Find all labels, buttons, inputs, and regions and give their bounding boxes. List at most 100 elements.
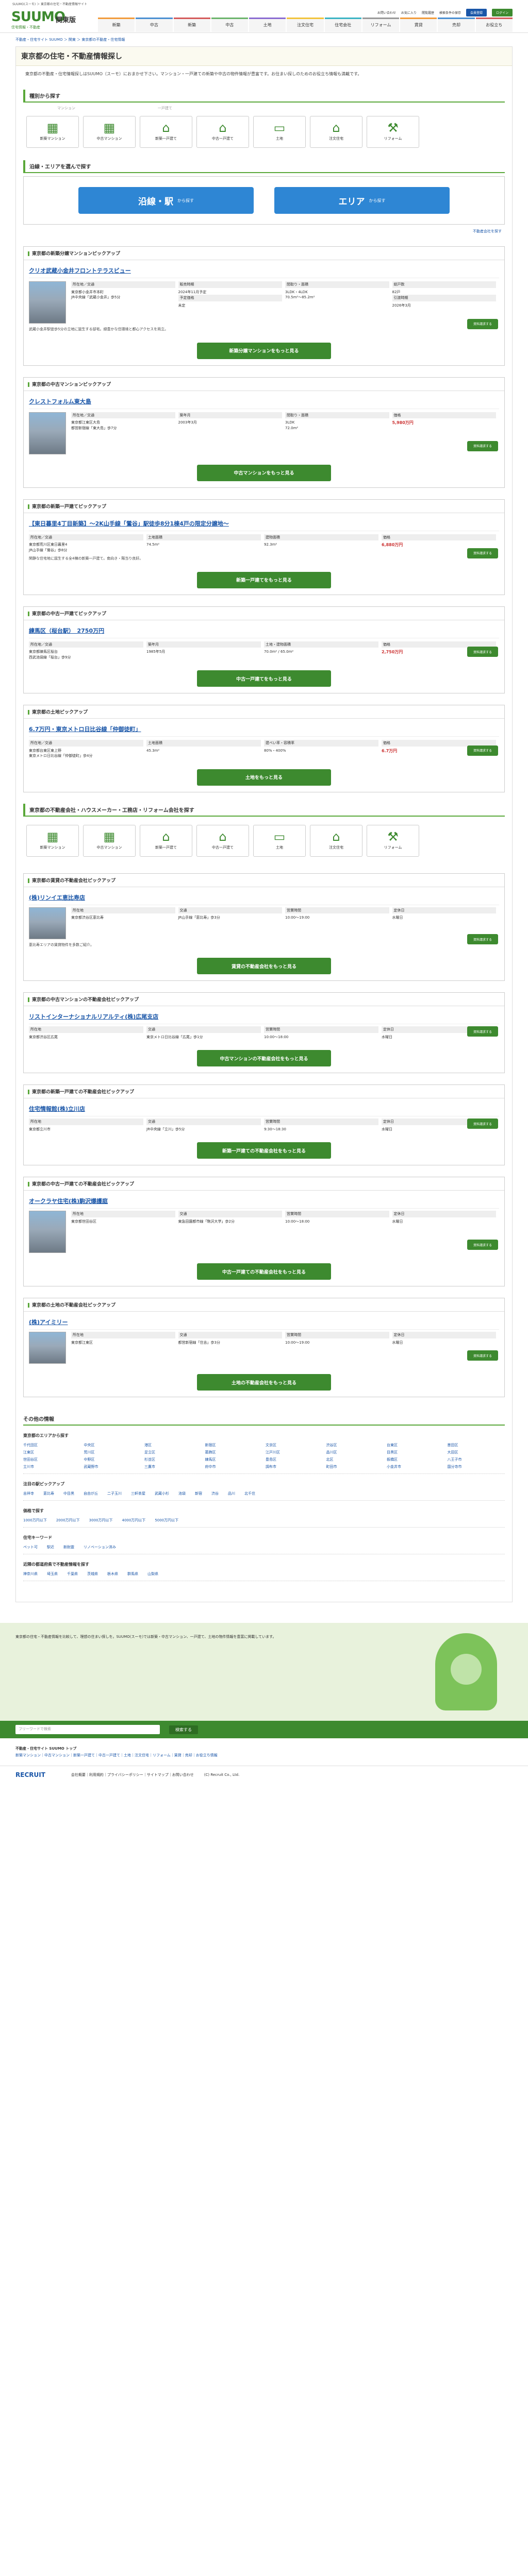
agent-title[interactable]: 住宅情報館(株)立川店 bbox=[29, 1101, 499, 1116]
agent-photo[interactable] bbox=[29, 907, 66, 939]
area-link[interactable]: 八王子市 bbox=[448, 1457, 505, 1462]
cat-builder[interactable]: 住宅会社 bbox=[324, 18, 361, 32]
more-rent-agents-button[interactable]: 賃貸の不動産会社をもっと見る bbox=[197, 958, 331, 974]
property-photo[interactable] bbox=[29, 281, 66, 324]
prefecture-link[interactable]: 茨城県 bbox=[87, 1571, 98, 1577]
cat-sell[interactable]: 売却 bbox=[438, 18, 475, 32]
agent-type-used-house[interactable]: ⌂ 中古一戸建て bbox=[196, 824, 249, 857]
area-search-button[interactable]: エリア から探す bbox=[274, 187, 450, 214]
property-title[interactable]: 練馬区（桜台駅） 2750万円 bbox=[29, 623, 499, 638]
station-link[interactable]: 吉祥寺 bbox=[23, 1491, 34, 1496]
inquiry-button[interactable]: 資料請求する bbox=[467, 647, 498, 657]
area-link[interactable]: 江戸川区 bbox=[266, 1450, 323, 1455]
area-link[interactable]: 板橋区 bbox=[387, 1457, 444, 1462]
type-used-house[interactable]: ⌂ 中古一戸建て bbox=[196, 116, 249, 148]
station-link[interactable]: 新宿 bbox=[195, 1491, 202, 1496]
area-link[interactable]: 府中市 bbox=[205, 1464, 263, 1469]
breadcrumb[interactable]: 不動産・住宅サイト SUUMO ＞ 関東 ＞ 東京都の不動産・住宅情報 bbox=[0, 33, 528, 46]
prefecture-link[interactable]: 山梨県 bbox=[147, 1571, 158, 1577]
keyword-link[interactable]: 駅近 bbox=[47, 1545, 54, 1550]
area-link[interactable]: 町田市 bbox=[326, 1464, 384, 1469]
more-land-button[interactable]: 土地をもっと見る bbox=[197, 769, 331, 786]
price-link[interactable]: 4000万円以下 bbox=[122, 1518, 145, 1523]
register-button[interactable]: 会員登録 bbox=[466, 8, 487, 16]
type-custom-home[interactable]: ⌂ 注文住宅 bbox=[310, 116, 362, 148]
station-link[interactable]: 二子玉川 bbox=[107, 1491, 122, 1496]
agent-photo[interactable] bbox=[29, 1332, 66, 1364]
util-saved[interactable]: 検索条件の保存 bbox=[439, 10, 461, 15]
inquiry-button[interactable]: 資料請求する bbox=[467, 548, 498, 558]
agent-inquiry-button[interactable]: 資料請求する bbox=[467, 1118, 498, 1129]
area-link[interactable]: 調布市 bbox=[266, 1464, 323, 1469]
area-link[interactable]: 三鷹市 bbox=[144, 1464, 202, 1469]
area-link[interactable]: 国分寺市 bbox=[448, 1464, 505, 1469]
area-link[interactable]: 墨田区 bbox=[448, 1443, 505, 1448]
agent-title[interactable]: (株)リンイエ恵比寿店 bbox=[29, 890, 499, 905]
agent-type-land[interactable]: ▭ 土地 bbox=[253, 824, 306, 857]
price-link[interactable]: 2000万円以下 bbox=[56, 1518, 80, 1523]
area-link[interactable]: 豊島区 bbox=[266, 1457, 323, 1462]
station-link[interactable]: 池袋 bbox=[178, 1491, 186, 1496]
property-title[interactable]: クレストフォルム東大島 bbox=[29, 394, 499, 409]
station-link[interactable]: 品川 bbox=[228, 1491, 235, 1496]
agent-type-custom[interactable]: ⌂ 注文住宅 bbox=[310, 824, 362, 857]
area-link[interactable]: 千代田区 bbox=[23, 1443, 81, 1448]
more-new-house-button[interactable]: 新築一戸建てをもっと見る bbox=[197, 571, 331, 588]
more-new-house-agents-button[interactable]: 新築一戸建ての不動産会社をもっと見る bbox=[197, 1142, 331, 1159]
agent-type-new-house[interactable]: ⌂ 新築一戸建て bbox=[140, 824, 192, 857]
area-link[interactable]: 品川区 bbox=[326, 1450, 384, 1455]
prefecture-link[interactable]: 埼玉県 bbox=[47, 1571, 58, 1577]
cat-useful[interactable]: お役立ち bbox=[475, 18, 513, 32]
type-new-house[interactable]: ⌂ 新築一戸建て bbox=[140, 116, 192, 148]
station-link[interactable]: 渋谷 bbox=[211, 1491, 219, 1496]
station-link[interactable]: 三軒茶屋 bbox=[131, 1491, 145, 1496]
cat-rent[interactable]: 賃貸 bbox=[400, 18, 437, 32]
area-link[interactable]: 渋谷区 bbox=[326, 1443, 384, 1448]
agent-inquiry-button[interactable]: 資料請求する bbox=[467, 934, 498, 944]
area-link[interactable]: 杉並区 bbox=[144, 1457, 202, 1462]
area-link[interactable]: 大田区 bbox=[448, 1450, 505, 1455]
area-link[interactable]: 立川市 bbox=[23, 1464, 81, 1469]
type-used-mansion[interactable]: ▦ 中古マンション bbox=[83, 116, 136, 148]
price-link[interactable]: 3000万円以下 bbox=[89, 1518, 113, 1523]
util-favorites[interactable]: お気に入り bbox=[401, 10, 417, 15]
area-link[interactable]: 練馬区 bbox=[205, 1457, 263, 1462]
type-land[interactable]: ▭ 土地 bbox=[253, 116, 306, 148]
agent-photo[interactable] bbox=[29, 1211, 66, 1253]
type-new-mansion[interactable]: ▦ 新築マンション bbox=[26, 116, 79, 148]
price-link[interactable]: 5000万円以下 bbox=[155, 1518, 178, 1523]
inquiry-button[interactable]: 資料請求する bbox=[467, 745, 498, 756]
area-link[interactable]: 小金井市 bbox=[387, 1464, 444, 1469]
cat-used[interactable]: 中古 bbox=[136, 18, 173, 32]
recruit-logo[interactable]: RECRUIT bbox=[15, 1771, 45, 1778]
prefecture-link[interactable]: 栃木県 bbox=[107, 1571, 118, 1577]
prefecture-link[interactable]: 神奈川県 bbox=[23, 1571, 38, 1577]
more-land-agents-button[interactable]: 土地の不動産会社をもっと見る bbox=[197, 1374, 331, 1391]
util-contact[interactable]: お問い合わせ bbox=[377, 10, 396, 15]
property-photo[interactable] bbox=[29, 412, 66, 454]
station-link[interactable]: 武蔵小杉 bbox=[155, 1491, 169, 1496]
agent-title[interactable]: オークラヤ住宅(株)駒沢爆護庭 bbox=[29, 1194, 499, 1209]
station-link[interactable]: 北千住 bbox=[244, 1491, 255, 1496]
login-button[interactable]: ログイン bbox=[491, 8, 513, 16]
agent-type-used-mansion[interactable]: ▦ 中古マンション bbox=[83, 824, 136, 857]
area-link[interactable]: 江東区 bbox=[23, 1450, 81, 1455]
price-link[interactable]: 1000万円以下 bbox=[23, 1518, 47, 1523]
type-reform[interactable]: ⚒ リフォーム bbox=[367, 116, 419, 148]
area-link[interactable]: 世田谷区 bbox=[23, 1457, 81, 1462]
cat-used-house[interactable]: 中古 bbox=[211, 18, 249, 32]
more-used-mansion-agents-button[interactable]: 中古マンションの不動産会社をもっと見る bbox=[197, 1050, 331, 1066]
cat-land[interactable]: 土地 bbox=[249, 18, 286, 32]
area-link[interactable]: 台東区 bbox=[387, 1443, 444, 1448]
agent-title[interactable]: (株)アイミリー bbox=[29, 1315, 499, 1330]
agent-type-reform[interactable]: ⚒ リフォーム bbox=[367, 824, 419, 857]
area-link[interactable]: 葛飾区 bbox=[205, 1450, 263, 1455]
prefecture-link[interactable]: 群馬県 bbox=[127, 1571, 138, 1577]
company-search-link[interactable]: 不動産会社を探す bbox=[16, 228, 512, 235]
station-link[interactable]: 恵比寿 bbox=[43, 1491, 54, 1496]
keyword-link[interactable]: リノベーション済み bbox=[84, 1545, 116, 1550]
area-link[interactable]: 北区 bbox=[326, 1457, 384, 1462]
more-used-house-button[interactable]: 中古一戸建てをもっと見る bbox=[197, 670, 331, 687]
agent-inquiry-button[interactable]: 資料請求する bbox=[467, 1240, 498, 1250]
area-link[interactable]: 目黒区 bbox=[387, 1450, 444, 1455]
